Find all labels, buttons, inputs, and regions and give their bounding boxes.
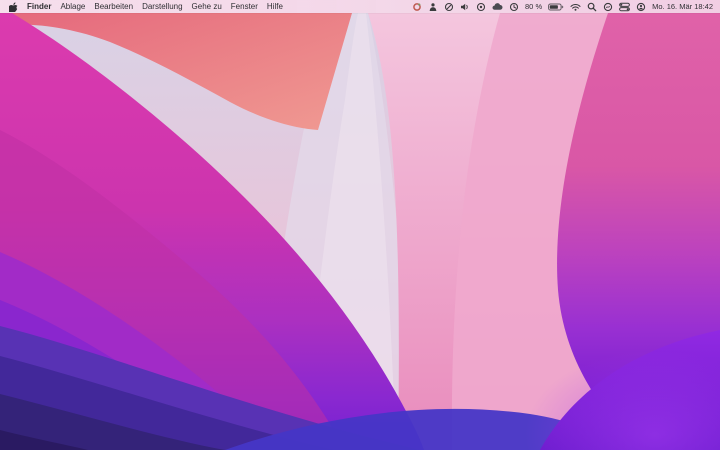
control-center-icon[interactable]	[619, 2, 630, 12]
menu-bearbeiten[interactable]: Bearbeiten	[94, 0, 133, 13]
sharing-person-icon[interactable]	[428, 2, 438, 12]
menu-darstellung[interactable]: Darstellung	[142, 0, 182, 13]
menu-bar-status-area: 80 %	[412, 2, 720, 12]
cloud-icon[interactable]	[492, 2, 503, 12]
menu-bar-clock[interactable]: Mo. 16. Mär 18:42	[652, 2, 713, 11]
app-ring-icon[interactable]	[412, 2, 422, 12]
spotlight-icon[interactable]	[587, 2, 597, 12]
menu-hilfe[interactable]: Hilfe	[267, 0, 283, 13]
menu-bar: Finder Ablage Bearbeiten Darstellung Geh…	[0, 0, 720, 13]
desktop-wallpaper	[0, 0, 720, 450]
menu-bar-left: Finder Ablage Bearbeiten Darstellung Geh…	[0, 0, 283, 13]
wifi-icon[interactable]	[570, 2, 581, 12]
menu-fenster[interactable]: Fenster	[231, 0, 258, 13]
camera-circle-icon[interactable]	[476, 2, 486, 12]
pen-circle-icon[interactable]	[444, 2, 454, 12]
volume-icon[interactable]	[460, 2, 470, 12]
battery-percent: 80 %	[525, 2, 542, 11]
menu-gehe-zu[interactable]: Gehe zu	[192, 0, 222, 13]
battery-icon[interactable]	[548, 2, 564, 12]
user-circle-icon[interactable]	[636, 2, 646, 12]
clock-sync-icon[interactable]	[509, 2, 519, 12]
apple-menu-icon[interactable]	[9, 2, 18, 12]
menu-ablage[interactable]: Ablage	[60, 0, 85, 13]
siri-icon[interactable]	[603, 2, 613, 12]
menu-finder[interactable]: Finder	[27, 0, 51, 13]
